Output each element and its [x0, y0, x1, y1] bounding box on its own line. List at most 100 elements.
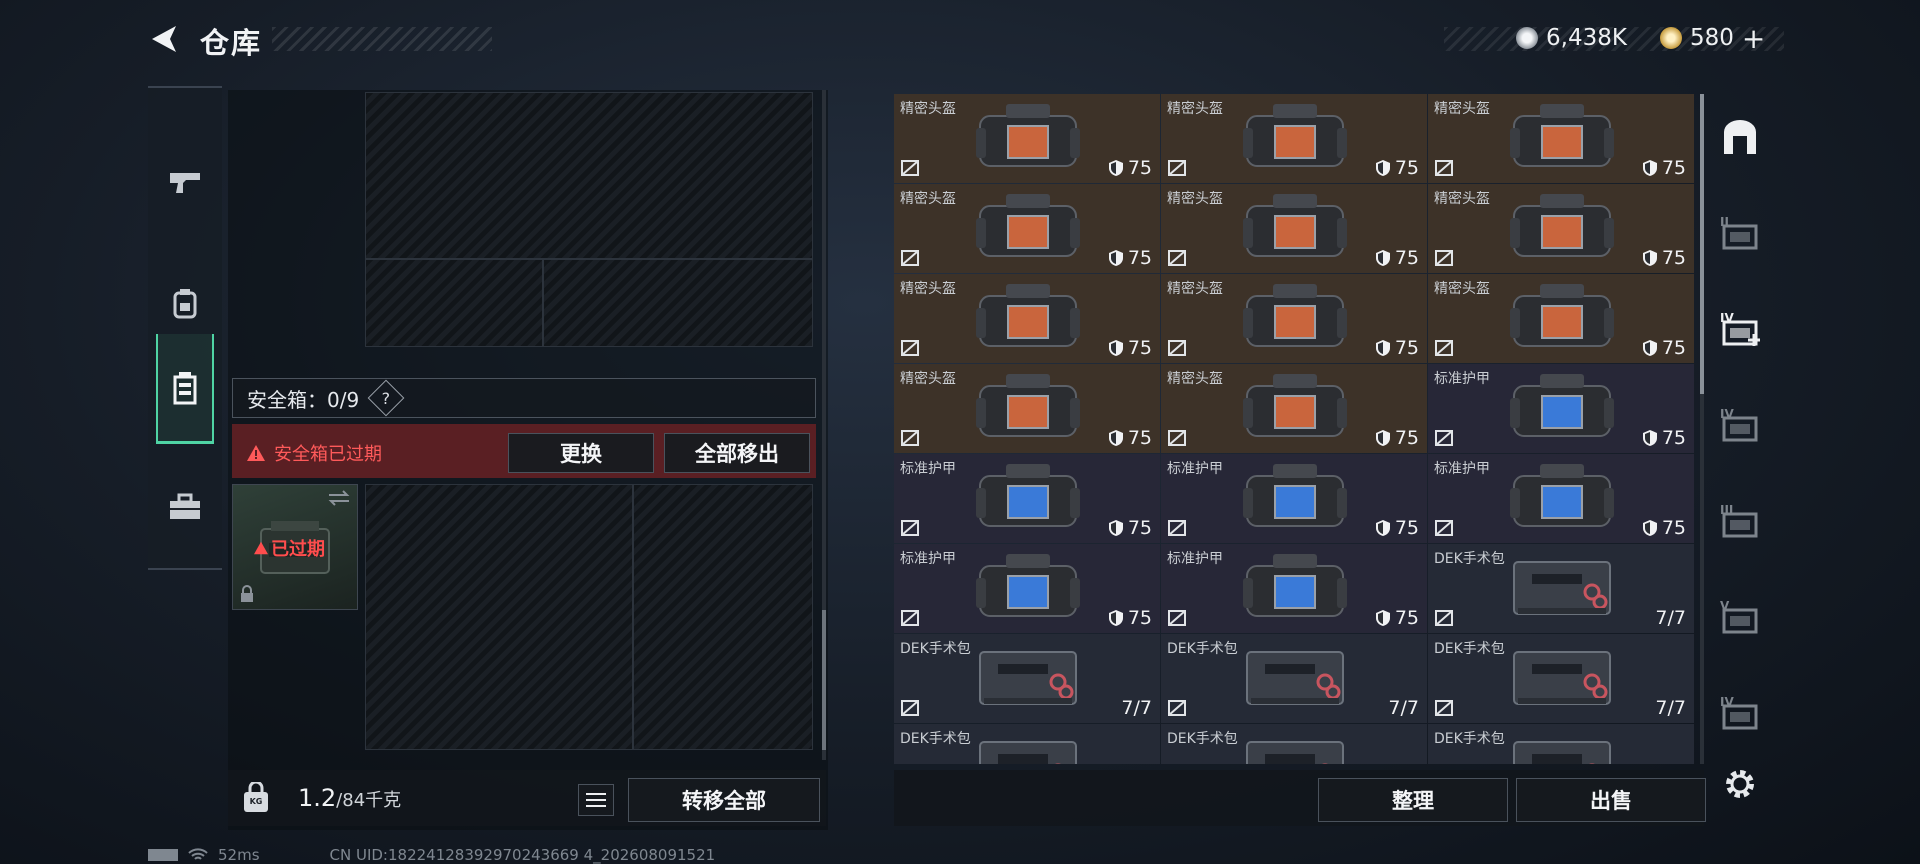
item-stat: 75: [1375, 517, 1419, 539]
transfer-all-button[interactable]: 转移全部: [628, 778, 820, 822]
warehouse-tab[interactable]: IV: [1712, 300, 1768, 360]
item-slot[interactable]: DEK手术包 7/7: [1161, 634, 1427, 723]
item-slot[interactable]: 精密头盔 75: [1428, 94, 1694, 183]
shield-icon: [1642, 340, 1657, 356]
safebox-grid-right[interactable]: [633, 484, 813, 750]
weight-badge: KG: [249, 797, 263, 806]
item-value: 7/7: [1388, 697, 1419, 719]
expired-badge: 已过期: [253, 535, 325, 561]
swap-icon[interactable]: [327, 489, 351, 507]
warehouse-tab[interactable]: IV: [1712, 396, 1768, 456]
item-slot[interactable]: DEK手术包: [1161, 724, 1427, 764]
item-slot[interactable]: 精密头盔 75: [1161, 94, 1427, 183]
item-slot[interactable]: 精密头盔 75: [1428, 274, 1694, 363]
remove-all-button[interactable]: 全部移出: [664, 433, 810, 473]
item-slot[interactable]: 标准护甲 75: [1428, 454, 1694, 543]
silver-currency: 6,438K: [1516, 22, 1627, 54]
item-slot[interactable]: DEK手术包 7/7: [1428, 634, 1694, 723]
no-drop-icon: [1168, 520, 1186, 536]
tier2-crate-icon: II: [1720, 215, 1758, 250]
safebox-slot[interactable]: 已过期: [232, 484, 358, 610]
item-slot[interactable]: 精密头盔 75: [894, 274, 1160, 363]
no-drop-icon: [1168, 160, 1186, 176]
gold-add-button[interactable]: +: [1742, 22, 1765, 55]
item-name: 标准护甲: [1167, 461, 1223, 477]
item-slot[interactable]: 标准护甲 75: [894, 454, 1160, 543]
help-icon[interactable]: ?: [367, 379, 405, 417]
helmet-icon: [976, 284, 1080, 347]
item-slot[interactable]: 标准护甲 75: [1161, 544, 1427, 633]
item-slot[interactable]: 精密头盔 75: [1161, 364, 1427, 453]
item-name: DEK手术包: [900, 641, 971, 657]
safebox-grid-left[interactable]: [365, 484, 633, 750]
item-slot[interactable]: 精密头盔 75: [1161, 274, 1427, 363]
warehouse-tab[interactable]: [1712, 108, 1768, 168]
shield-icon: [1375, 340, 1390, 356]
warehouse-scrollbar[interactable]: [1700, 94, 1704, 764]
pistol-icon: [170, 173, 200, 193]
tier4-med-icon: IV: [1720, 311, 1760, 346]
list-icon: [586, 793, 606, 807]
item-stat: 7/7: [1655, 607, 1686, 629]
item-slot[interactable]: 精密头盔 75: [894, 94, 1160, 183]
warehouse-tab[interactable]: III: [1712, 492, 1768, 552]
sidebar-item-safebox[interactable]: [156, 334, 214, 444]
item-value: 7/7: [1655, 607, 1686, 629]
item-slot[interactable]: 精密头盔 75: [1428, 184, 1694, 273]
armor-vest-icon: [976, 464, 1080, 527]
armor-vest-icon: [976, 554, 1080, 617]
replace-button[interactable]: 更换: [508, 433, 654, 473]
item-value: 75: [1127, 517, 1152, 539]
item-slot[interactable]: 精密头盔 75: [1161, 184, 1427, 273]
sidebar-item-weapons[interactable]: [156, 128, 214, 238]
item-slot[interactable]: DEK手术包: [894, 724, 1160, 764]
category-sidebar: [148, 86, 222, 570]
item-value: 75: [1127, 247, 1152, 269]
tier-label: V: [1720, 599, 1730, 613]
warehouse-tab[interactable]: IV: [1712, 684, 1768, 744]
warehouse-tab[interactable]: II: [1712, 204, 1768, 264]
tier-label: IV: [1720, 311, 1734, 325]
container-scrollbar[interactable]: [822, 90, 826, 760]
item-slot[interactable]: 标准护甲 75: [894, 544, 1160, 633]
item-name: DEK手术包: [1434, 551, 1505, 567]
silver-coin-icon: [1516, 27, 1538, 49]
item-slot[interactable]: 精密头盔 75: [894, 184, 1160, 273]
wifi-icon: [188, 848, 208, 860]
backpack-grid-left[interactable]: [365, 259, 543, 347]
back-arrow-icon[interactable]: [148, 22, 182, 56]
item-slot[interactable]: DEK手术包 7/7: [1428, 544, 1694, 633]
item-slot[interactable]: 精密头盔 75: [894, 364, 1160, 453]
no-drop-icon: [1435, 700, 1453, 716]
tier-label: IV: [1720, 695, 1734, 709]
settings-gear-icon[interactable]: [1722, 766, 1758, 802]
item-value: 75: [1394, 427, 1419, 449]
warehouse-tab[interactable]: V: [1712, 588, 1768, 648]
backpack-grid-upper[interactable]: [365, 92, 813, 259]
title-decoration: [272, 27, 492, 51]
no-drop-icon: [1168, 700, 1186, 716]
item-name: 标准护甲: [1167, 551, 1223, 567]
no-drop-icon: [1435, 250, 1453, 266]
warning-icon: [254, 541, 268, 555]
item-stat: 75: [1375, 337, 1419, 359]
no-drop-icon: [1168, 250, 1186, 266]
list-view-button[interactable]: [578, 784, 614, 816]
shield-icon: [1108, 610, 1123, 626]
sell-button[interactable]: 出售: [1516, 778, 1706, 822]
gold-coin-icon: [1660, 27, 1682, 49]
item-slot[interactable]: 标准护甲 75: [1428, 364, 1694, 453]
warning-text: 安全箱已过期: [274, 444, 382, 465]
no-drop-icon: [901, 520, 919, 536]
item-slot[interactable]: DEK手术包: [1428, 724, 1694, 764]
gold-currency[interactable]: 580 +: [1660, 22, 1765, 55]
organize-button[interactable]: 整理: [1318, 778, 1508, 822]
item-slot[interactable]: DEK手术包 7/7: [894, 634, 1160, 723]
backpack-grid-right[interactable]: [543, 259, 813, 347]
sidebar-item-toolbox[interactable]: [156, 452, 214, 562]
page-title: 仓库: [200, 26, 263, 60]
item-value: 75: [1394, 247, 1419, 269]
no-drop-icon: [1435, 340, 1453, 356]
item-slot[interactable]: 标准护甲 75: [1161, 454, 1427, 543]
item-name: 标准护甲: [900, 551, 956, 567]
